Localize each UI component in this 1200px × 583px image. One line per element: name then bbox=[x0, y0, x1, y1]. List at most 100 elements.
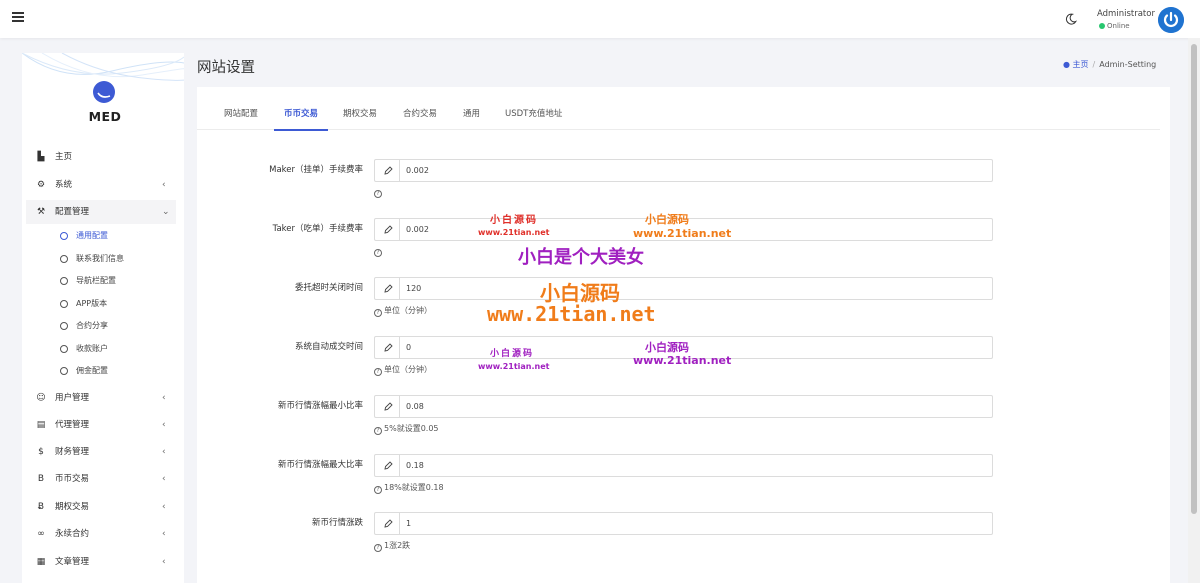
form-row-order-timeout: 委托超时关闭时间 120 ? 单位（分钟） bbox=[197, 277, 1170, 327]
sidebar-item-label: 代理管理 bbox=[55, 420, 90, 430]
sidebar-item-label: 币币交易 bbox=[55, 474, 90, 484]
question-icon: ? bbox=[374, 544, 382, 552]
active-tab-indicator bbox=[274, 129, 328, 131]
sidebar-item-config[interactable]: ⚒ 配置管理 ⌄ bbox=[26, 200, 176, 224]
sidebar-item-label: 系统 bbox=[55, 180, 73, 190]
form-row-trend: 新币行情涨跌 1 ? 1涨2跌 bbox=[197, 512, 1170, 562]
user-name[interactable]: Administrator bbox=[1097, 9, 1155, 19]
chevron-left-icon: ‹ bbox=[162, 529, 166, 539]
tab-spot-trading[interactable]: 币币交易 bbox=[284, 107, 318, 119]
help-text: ? 1涨2跌 bbox=[374, 540, 410, 552]
sidebar: MED ▙ 主页 ⚙ 系统 ‹ ⚒ 配置管理 ⌄ 通用配置 联系我们信息 导航栏… bbox=[22, 53, 184, 583]
scrollbar-thumb[interactable] bbox=[1191, 44, 1197, 514]
users-icon: ☺ bbox=[36, 393, 46, 403]
maker-fee-input[interactable]: 0.002 bbox=[374, 159, 993, 182]
pencil-icon bbox=[375, 337, 400, 358]
question-icon: ? bbox=[374, 427, 382, 435]
input-value[interactable]: 1 bbox=[406, 519, 411, 528]
settings-card: 网站配置 币币交易 期权交易 合约交易 通用 USDT充值地址 Maker（挂单… bbox=[197, 87, 1170, 583]
sidebar-item-home[interactable]: ▙ 主页 bbox=[22, 145, 184, 169]
sidebar-item-label: 文章管理 bbox=[55, 557, 90, 567]
sidebar-subitem-general-config[interactable]: 通用配置 bbox=[22, 227, 184, 247]
chevron-left-icon: ‹ bbox=[162, 474, 166, 484]
tab-options-trading[interactable]: 期权交易 bbox=[343, 107, 377, 119]
sidebar-item-system[interactable]: ⚙ 系统 ‹ bbox=[22, 173, 184, 197]
id-card-icon: ▤ bbox=[36, 420, 46, 430]
power-icon[interactable] bbox=[1158, 7, 1184, 33]
sidebar-subitem-contract-share[interactable]: 合约分享 bbox=[22, 317, 184, 337]
question-icon: ? bbox=[374, 190, 382, 198]
watermark-url-3: www.21tian.net bbox=[478, 362, 550, 371]
user-status: Online bbox=[1099, 22, 1130, 30]
menu-toggle-icon[interactable] bbox=[12, 12, 24, 22]
field-label: 新币行情涨幅最小比率 bbox=[277, 401, 363, 411]
sidebar-subitem-contact[interactable]: 联系我们信息 bbox=[22, 250, 184, 270]
min-rise-input[interactable]: 0.08 bbox=[374, 395, 993, 418]
help-text: ? bbox=[374, 246, 384, 257]
page-title: 网站设置 bbox=[197, 60, 255, 76]
sidebar-item-spot-trading[interactable]: B 币币交易 ‹ bbox=[22, 467, 184, 491]
watermark-small-cn-3: 小白源码 bbox=[490, 349, 535, 359]
dark-mode-moon-icon[interactable] bbox=[1065, 13, 1077, 25]
watermark-url-2: www.21tian.net bbox=[633, 227, 732, 240]
sidebar-subitem-commission[interactable]: 佣金配置 bbox=[22, 362, 184, 382]
sidebar-subitem-app-version[interactable]: APP版本 bbox=[22, 295, 184, 315]
circle-icon bbox=[60, 367, 68, 375]
tab-usdt-address[interactable]: USDT充值地址 bbox=[505, 107, 562, 119]
tab-website-config[interactable]: 网站配置 bbox=[224, 107, 258, 119]
sidebar-item-options-trading[interactable]: Ƀ 期权交易 ‹ bbox=[22, 495, 184, 519]
question-icon: ? bbox=[374, 309, 382, 317]
input-value[interactable]: 0.08 bbox=[406, 402, 424, 411]
chevron-left-icon: ‹ bbox=[162, 502, 166, 512]
sidebar-item-label: 期权交易 bbox=[55, 502, 90, 512]
order-timeout-input[interactable]: 120 bbox=[374, 277, 993, 300]
chevron-left-icon: ‹ bbox=[162, 557, 166, 567]
sidebar-item-articles[interactable]: ▦ 文章管理 ‹ bbox=[22, 550, 184, 574]
question-icon: ? bbox=[374, 249, 382, 257]
chevron-left-icon: ‹ bbox=[162, 447, 166, 457]
page-scrollbar[interactable] bbox=[1188, 38, 1200, 583]
watermark-small-cn-2: 小白源码 bbox=[645, 213, 689, 226]
form-row-max-rise: 新币行情涨幅最大比率 0.18 ? 18%就设置0.18 bbox=[197, 454, 1170, 504]
sidebar-item-agents[interactable]: ▤ 代理管理 ‹ bbox=[22, 413, 184, 437]
logo-icon bbox=[93, 81, 115, 103]
input-value[interactable]: 0.002 bbox=[406, 225, 429, 234]
bitcoin-icon: B bbox=[37, 474, 45, 484]
field-label: 系统自动成交时间 bbox=[294, 342, 363, 352]
field-label: Maker（挂单）手续费率 bbox=[269, 165, 363, 175]
tab-general[interactable]: 通用 bbox=[463, 107, 480, 119]
sidebar-item-label: 配置管理 bbox=[55, 207, 90, 217]
help-text: ? 单位（分钟） bbox=[374, 305, 432, 317]
input-value[interactable]: 0 bbox=[406, 343, 411, 352]
dollar-icon: $ bbox=[38, 447, 44, 457]
pencil-icon bbox=[375, 455, 400, 476]
input-value[interactable]: 0.18 bbox=[406, 461, 424, 470]
sidebar-subitem-receiving-account[interactable]: 收款账户 bbox=[22, 340, 184, 360]
chevron-left-icon: ‹ bbox=[162, 420, 166, 430]
help-text: ? 5%就设置0.05 bbox=[374, 423, 439, 435]
help-text-content: 5%就设置0.05 bbox=[384, 424, 439, 433]
input-value[interactable]: 120 bbox=[406, 284, 421, 293]
tab-contract-trading[interactable]: 合约交易 bbox=[403, 107, 437, 119]
sidebar-subitem-navbar[interactable]: 导航栏配置 bbox=[22, 272, 184, 292]
breadcrumb-home-link[interactable]: ● 主页 bbox=[1063, 60, 1089, 69]
logo-text: MED bbox=[88, 109, 122, 124]
trend-input[interactable]: 1 bbox=[374, 512, 993, 535]
user-status-text: Online bbox=[1107, 22, 1130, 30]
max-rise-input[interactable]: 0.18 bbox=[374, 454, 993, 477]
sidebar-subitem-label: 佣金配置 bbox=[76, 366, 108, 375]
breadcrumb-home-label: 主页 bbox=[1072, 60, 1089, 69]
sidebar-subitem-label: 合约分享 bbox=[76, 321, 108, 330]
sidebar-item-users[interactable]: ☺ 用户管理 ‹ bbox=[22, 386, 184, 410]
chevron-left-icon: ‹ bbox=[162, 180, 166, 190]
input-value[interactable]: 0.002 bbox=[406, 166, 429, 175]
bitcoin-icon: Ƀ bbox=[37, 502, 45, 512]
sidebar-item-finance[interactable]: $ 财务管理 ‹ bbox=[22, 440, 184, 464]
watermark-big-url: www.21tian.net bbox=[487, 302, 656, 326]
sidebar-item-perpetual[interactable]: ∞ 永续合约 ‹ bbox=[22, 522, 184, 546]
field-label: Taker（吃单）手续费率 bbox=[272, 224, 363, 234]
pencil-icon bbox=[375, 160, 400, 181]
gear-icon: ⚙ bbox=[36, 180, 46, 190]
circle-icon bbox=[60, 232, 68, 240]
pencil-icon bbox=[375, 396, 400, 417]
